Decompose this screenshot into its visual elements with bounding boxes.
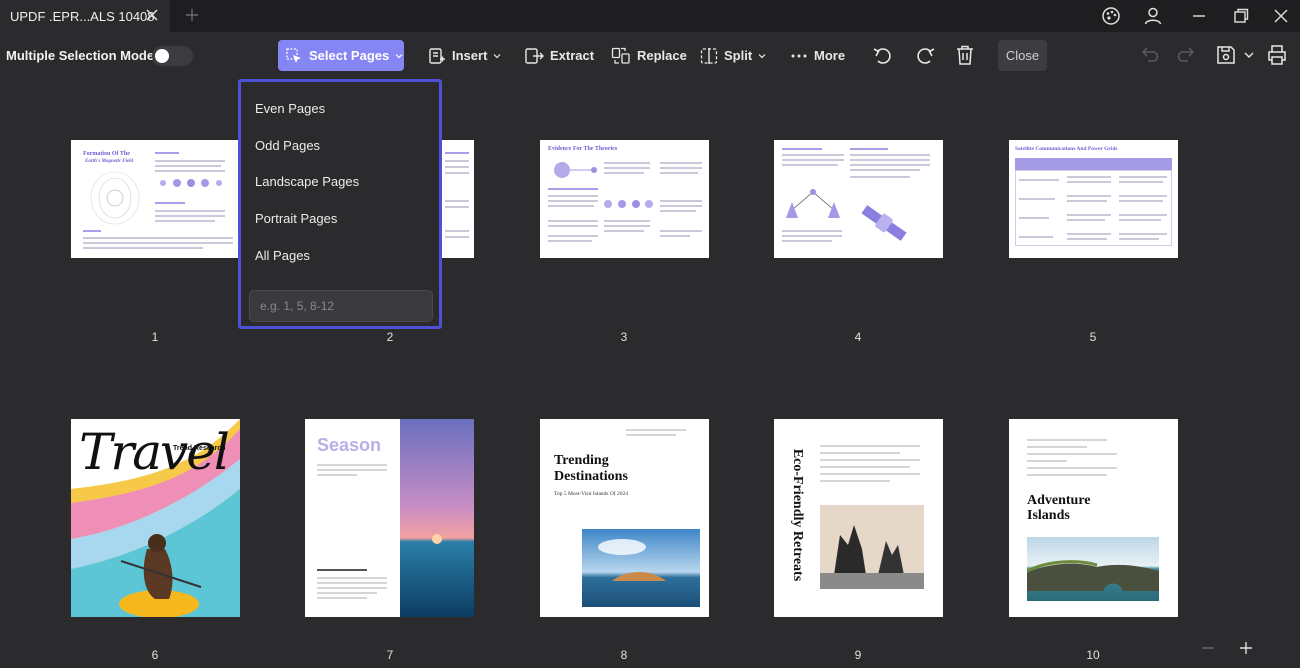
multiple-selection-toggle[interactable]	[152, 46, 193, 66]
replace-label: Replace	[637, 48, 687, 63]
more-button[interactable]: More	[790, 40, 845, 71]
page-number: 8	[620, 648, 628, 662]
table-header	[1015, 158, 1172, 170]
zoom-out-icon[interactable]	[1200, 640, 1216, 656]
page-number: 1	[151, 330, 159, 344]
page-subheading: Earth's Magnetic Field	[85, 159, 134, 164]
chevron-down-icon	[758, 53, 766, 58]
page-number: 7	[386, 648, 394, 662]
document-tab-title: UPDF .EPR...ALS 10408	[10, 8, 155, 24]
zoom-in-icon[interactable]	[1238, 640, 1254, 656]
menu-item-even-pages[interactable]: Even Pages	[255, 101, 325, 116]
page-organize-toolbar: Multiple Selection Mode Select Pages Ins…	[0, 32, 1300, 80]
chevron-down-icon	[493, 53, 501, 58]
page-title: Trending Destinations	[554, 453, 628, 484]
ocean-sunset-photo	[400, 419, 474, 617]
page-number: 10	[1086, 648, 1100, 662]
insert-page-icon	[429, 47, 445, 64]
page-number: 5	[1089, 330, 1097, 344]
signal-diagram	[786, 189, 840, 218]
split-button[interactable]: Split	[700, 40, 766, 71]
particle-icons	[604, 200, 653, 208]
title-bar: UPDF .EPR...ALS 10408	[0, 0, 1300, 32]
more-label: More	[814, 48, 846, 63]
page-number: 9	[854, 648, 862, 662]
split-icon	[700, 47, 718, 64]
sea-stacks-photo	[820, 505, 924, 589]
page-number: 3	[620, 330, 628, 344]
page-thumbnail[interactable]: Trending Destinations Top 5 Must-Visit I…	[540, 419, 709, 617]
minimize-icon[interactable]	[1188, 5, 1210, 27]
document-tab[interactable]: UPDF .EPR...ALS 10408	[0, 0, 170, 32]
island-photo	[582, 529, 700, 607]
delete-page-icon[interactable]	[953, 43, 977, 67]
page-heading: Evidence For The Theories	[548, 146, 618, 152]
rotate-left-icon[interactable]	[871, 43, 895, 67]
page-thumbnail[interactable]: Adventure Islands	[1009, 419, 1178, 617]
restore-icon[interactable]	[1230, 5, 1252, 27]
page-thumbnail[interactable]	[774, 140, 943, 258]
page-thumbnail[interactable]: Travel Trend Research	[71, 419, 240, 617]
extract-icon	[525, 47, 544, 64]
replace-button[interactable]: Replace	[611, 40, 687, 71]
page-number: 6	[151, 648, 159, 662]
close-tab-icon[interactable]	[144, 7, 160, 23]
page-thumbnail[interactable]: Season	[305, 419, 474, 617]
rotate-right-icon[interactable]	[913, 43, 937, 67]
select-pages-button[interactable]: Select Pages	[278, 40, 404, 71]
print-icon[interactable]	[1265, 43, 1289, 67]
chevron-down-icon	[395, 53, 403, 58]
page-thumbnail[interactable]: Eco-Friendly Retreats	[774, 419, 943, 617]
menu-item-landscape-pages[interactable]: Landscape Pages	[255, 174, 359, 189]
page-heading: Satellite Communications And Power Grids	[1015, 146, 1118, 152]
save-icon[interactable]	[1214, 43, 1238, 67]
insert-button[interactable]: Insert	[428, 40, 501, 71]
page-title: Season	[317, 435, 382, 455]
theme-palette-icon[interactable]	[1100, 5, 1122, 27]
page-subtitle: Top 5 Must-Visit Islands Of 2024	[554, 491, 628, 497]
page-title: Adventure Islands	[1027, 493, 1091, 523]
page-range-input[interactable]	[249, 290, 433, 322]
page-number: 2	[386, 330, 394, 344]
insert-label: Insert	[452, 48, 488, 63]
extract-label: Extract	[550, 48, 595, 63]
magnetic-field-diagram	[90, 171, 140, 225]
new-tab-icon[interactable]	[184, 7, 200, 23]
page-thumbnail[interactable]: Formation Of The Earth's Magnetic Field	[71, 140, 240, 258]
account-icon[interactable]	[1142, 5, 1164, 27]
close-window-icon[interactable]	[1270, 5, 1292, 27]
page-heading: Formation Of The	[83, 151, 130, 157]
page-number: 4	[854, 330, 862, 344]
split-label: Split	[724, 48, 753, 63]
theory-diagram	[554, 162, 597, 178]
page-title: Eco-Friendly Retreats	[790, 448, 805, 582]
phase-diagram-icons	[160, 179, 222, 187]
save-options-chevron-icon[interactable]	[1243, 43, 1255, 67]
extract-button[interactable]: Extract	[524, 40, 594, 71]
satellite-image	[861, 205, 907, 241]
close-button[interactable]: Close	[998, 40, 1047, 71]
menu-item-odd-pages[interactable]: Odd Pages	[255, 138, 320, 153]
page-subtitle: Trend Research	[173, 445, 226, 452]
redo-icon[interactable]	[1174, 43, 1198, 67]
multiple-selection-label: Multiple Selection Mode	[6, 48, 155, 63]
select-pages-dropdown: Even Pages Odd Pages Landscape Pages Por…	[238, 79, 442, 329]
cursor-select-icon	[286, 47, 301, 63]
rock-arch-photo	[1027, 537, 1159, 601]
select-pages-label: Select Pages	[309, 48, 390, 63]
menu-item-all-pages[interactable]: All Pages	[255, 248, 310, 263]
more-dots-icon	[791, 54, 807, 57]
toggle-knob	[155, 49, 169, 63]
undo-icon[interactable]	[1138, 43, 1162, 67]
replace-icon	[611, 47, 630, 64]
menu-item-portrait-pages[interactable]: Portrait Pages	[255, 211, 337, 226]
page-thumbnail[interactable]: Satellite Communications And Power Grids	[1009, 140, 1178, 258]
page-title: Travel	[79, 423, 230, 481]
page-thumbnail[interactable]: Evidence For The Theories	[540, 140, 709, 258]
